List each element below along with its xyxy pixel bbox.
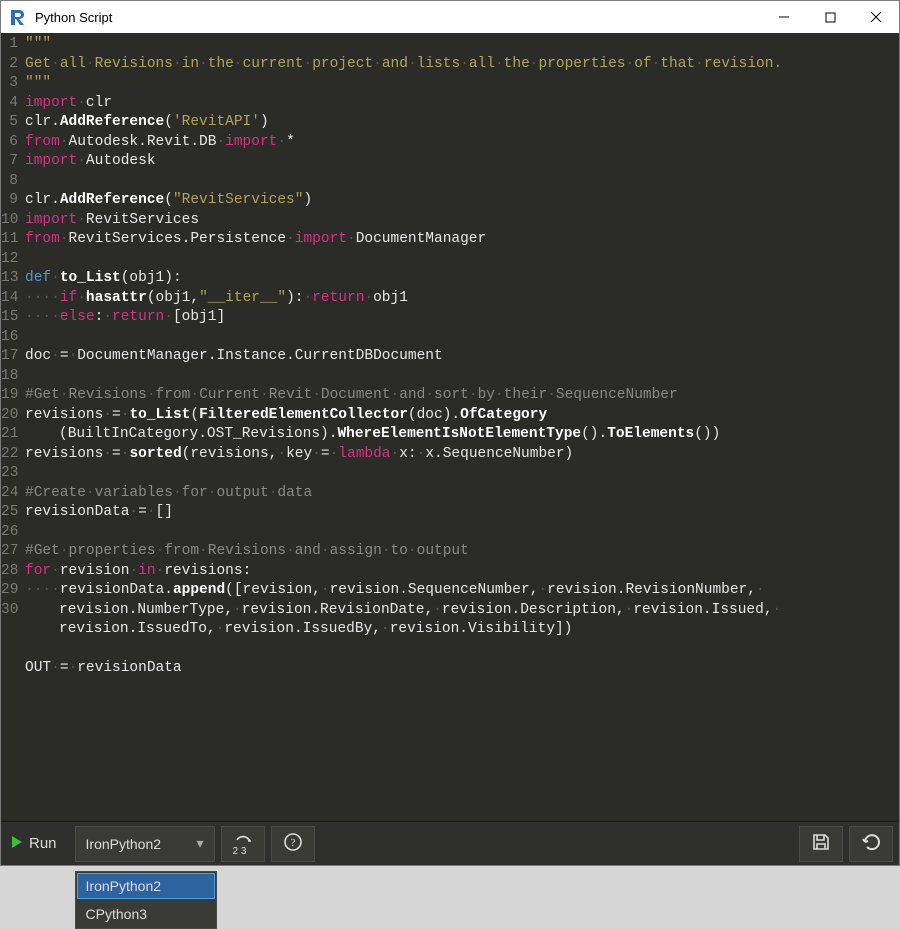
engine-option-ironpython2[interactable]: IronPython2 — [77, 873, 215, 899]
chevron-down-icon: ▾ — [197, 835, 204, 852]
revert-button[interactable] — [849, 826, 893, 862]
titlebar: Python Script — [1, 1, 899, 33]
run-button[interactable]: Run — [7, 826, 69, 862]
code-content[interactable]: """Get·all·Revisions·in·the·current·proj… — [21, 33, 899, 821]
code-editor[interactable]: 1234567891011121314151617181920212223242… — [1, 33, 899, 821]
save-icon — [811, 832, 831, 855]
close-button[interactable] — [853, 1, 899, 33]
play-icon — [11, 835, 23, 853]
engine-option-cpython3[interactable]: CPython3 — [76, 900, 216, 928]
toolbar: Run IronPython2 ▾ IronPython2 CPython3 2… — [1, 821, 899, 865]
line-number-gutter: 1234567891011121314151617181920212223242… — [1, 33, 21, 821]
minimize-button[interactable] — [761, 1, 807, 33]
engine-selected-label: IronPython2 — [86, 836, 162, 852]
maximize-button[interactable] — [807, 1, 853, 33]
help-icon: ? — [283, 832, 303, 855]
window-title: Python Script — [35, 10, 761, 25]
engine-select[interactable]: IronPython2 ▾ IronPython2 CPython3 — [75, 826, 215, 862]
undo-icon — [860, 831, 882, 856]
migrate-icon: 2 3 — [232, 833, 254, 855]
window: Python Script 12345678910111213141516171… — [0, 0, 900, 866]
svg-text:?: ? — [290, 837, 295, 849]
run-label: Run — [29, 835, 57, 852]
help-button[interactable]: ? — [271, 826, 315, 862]
revit-icon — [9, 8, 27, 26]
save-button[interactable] — [799, 826, 843, 862]
migrate-button[interactable]: 2 3 — [221, 826, 265, 862]
engine-dropdown: IronPython2 CPython3 — [75, 871, 217, 929]
